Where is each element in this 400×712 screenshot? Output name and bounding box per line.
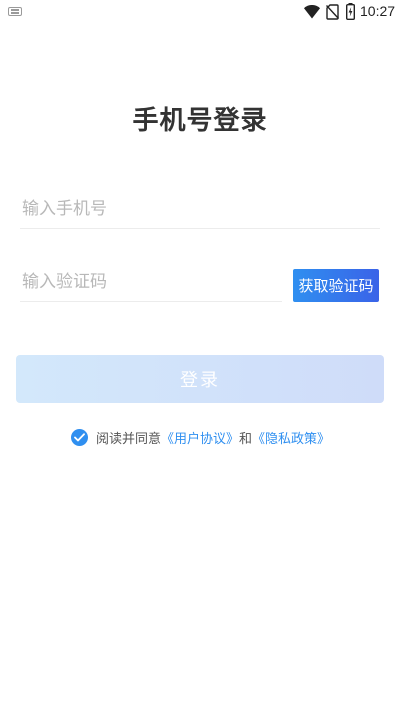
- verification-code-input[interactable]: [20, 262, 282, 302]
- phone-input[interactable]: [20, 189, 380, 229]
- wifi-icon: [304, 5, 320, 19]
- agreement-prefix: 阅读并同意: [96, 431, 162, 447]
- user-agreement-link[interactable]: 《用户协议》: [161, 428, 239, 447]
- page-title: 手机号登录: [132, 106, 268, 136]
- clock: 10:27: [360, 3, 396, 19]
- keyboard-icon: [8, 7, 22, 16]
- get-code-button[interactable]: 获取验证码: [293, 269, 379, 302]
- checkbox-checked-icon[interactable]: [71, 428, 88, 446]
- agreement-row: 阅读并同意 《用户协议》 和 《隐私政策》: [71, 428, 330, 447]
- check-mark-icon: [74, 432, 85, 441]
- no-sim-icon: [326, 4, 339, 20]
- privacy-policy-link[interactable]: 《隐私政策》: [252, 428, 330, 447]
- status-bar: 10:27: [0, 0, 400, 24]
- login-button[interactable]: 登录: [16, 355, 384, 403]
- agreement-conjunction: 和: [239, 431, 253, 447]
- battery-icon: [346, 3, 355, 20]
